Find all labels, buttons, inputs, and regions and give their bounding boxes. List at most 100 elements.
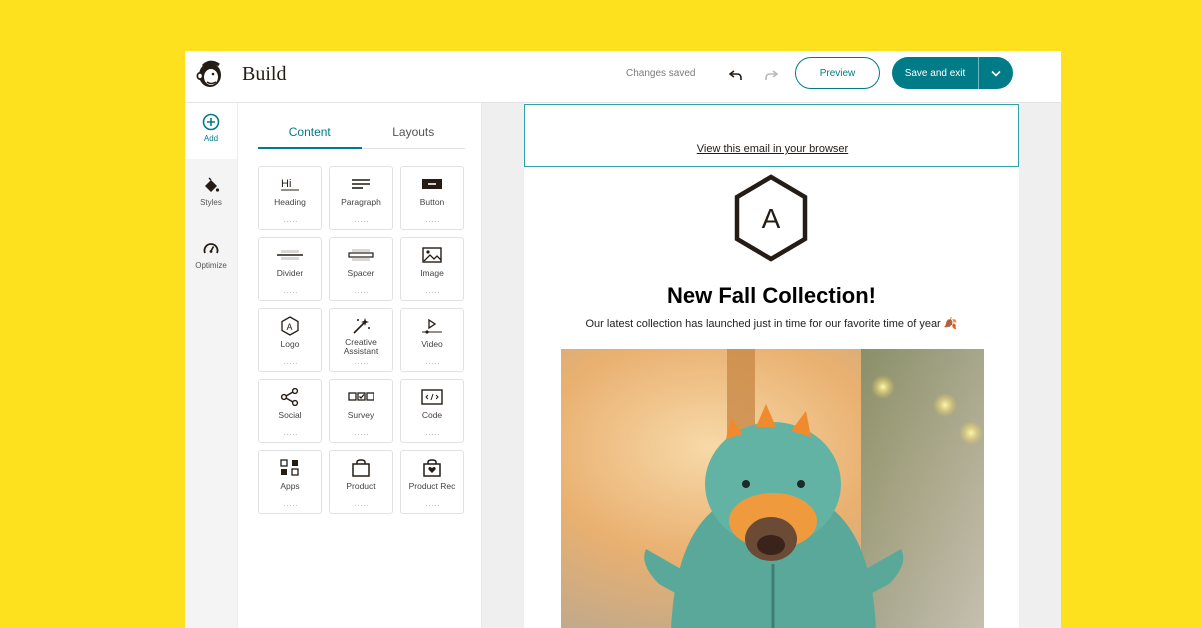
save-options-dropdown[interactable] bbox=[979, 57, 1013, 89]
email-builder-window: Build Changes saved Preview Save and exi… bbox=[185, 51, 1061, 628]
block-label: Survey bbox=[347, 410, 375, 420]
redo-button[interactable] bbox=[760, 64, 782, 86]
preview-button[interactable]: Preview bbox=[795, 57, 880, 89]
rail-label: Add bbox=[203, 134, 219, 143]
gauge-icon bbox=[203, 243, 219, 254]
block-survey[interactable]: Survey bbox=[329, 379, 393, 443]
code-icon bbox=[419, 388, 445, 406]
block-apps[interactable]: Apps bbox=[258, 450, 322, 514]
block-label: Product bbox=[346, 481, 376, 491]
heading-icon-text: Hi bbox=[281, 178, 291, 190]
brand-logo[interactable]: A bbox=[731, 173, 811, 263]
spacer-icon bbox=[348, 246, 374, 264]
block-label: Paragraph bbox=[341, 197, 381, 207]
email-subheadline[interactable]: Our latest collection has launched just … bbox=[524, 317, 1019, 330]
save-button-group: Save and exit bbox=[892, 57, 1013, 89]
drag-handle[interactable] bbox=[425, 433, 439, 436]
undo-button[interactable] bbox=[725, 64, 747, 86]
drag-handle[interactable] bbox=[283, 362, 297, 365]
apps-icon bbox=[277, 459, 303, 477]
share-icon bbox=[277, 388, 303, 406]
block-label: Button bbox=[419, 197, 445, 207]
rail-label: Optimize bbox=[195, 261, 227, 270]
mailchimp-logo-icon[interactable] bbox=[195, 58, 225, 90]
drag-handle[interactable] bbox=[354, 220, 368, 223]
magic-wand-icon bbox=[348, 317, 374, 335]
divider-icon bbox=[277, 246, 303, 264]
save-and-exit-button[interactable]: Save and exit bbox=[892, 57, 978, 89]
block-code[interactable]: Code bbox=[400, 379, 464, 443]
rail-item-styles[interactable]: Styles bbox=[185, 167, 237, 223]
product-rec-icon bbox=[419, 459, 445, 477]
heading-icon-glyph: Hi bbox=[281, 178, 299, 191]
block-creative-assistant[interactable]: Creative Assistant bbox=[329, 308, 393, 372]
paint-bucket-icon bbox=[205, 177, 220, 192]
shopping-bag-icon bbox=[348, 459, 374, 477]
block-label: Creative Assistant bbox=[343, 337, 379, 356]
panel-tabs: Content Layouts bbox=[258, 121, 465, 149]
drag-handle[interactable] bbox=[354, 291, 368, 294]
drag-handle[interactable] bbox=[354, 433, 368, 436]
block-label: Social bbox=[278, 410, 302, 420]
plus-circle-icon bbox=[202, 113, 220, 131]
video-icon bbox=[419, 317, 445, 335]
email-headline[interactable]: New Fall Collection! bbox=[524, 283, 1019, 309]
editor-canvas: View this email in your browser A New Fa… bbox=[482, 103, 1061, 628]
block-video[interactable]: Video bbox=[400, 308, 464, 372]
image-icon bbox=[419, 246, 445, 264]
block-label: Apps bbox=[280, 481, 300, 491]
rail-item-optimize[interactable]: Optimize bbox=[185, 230, 237, 286]
rail-label: Styles bbox=[200, 198, 222, 207]
chevron-down-icon bbox=[991, 70, 1001, 77]
block-logo[interactable]: A Logo bbox=[258, 308, 322, 372]
logo-icon-letter: A bbox=[287, 322, 293, 332]
block-label: Spacer bbox=[347, 268, 375, 278]
block-label: Divider bbox=[276, 268, 304, 278]
drag-handle[interactable] bbox=[283, 504, 297, 507]
drag-handle[interactable] bbox=[283, 220, 297, 223]
save-status: Changes saved bbox=[626, 68, 696, 79]
block-label: Code bbox=[421, 410, 443, 420]
rail-item-add[interactable]: Add bbox=[185, 103, 237, 159]
redo-icon bbox=[765, 70, 778, 80]
block-heading[interactable]: Hi Heading bbox=[258, 166, 322, 230]
drag-handle[interactable] bbox=[425, 220, 439, 223]
email-preview: View this email in your browser A New Fa… bbox=[524, 103, 1019, 628]
block-label: Logo bbox=[280, 339, 300, 349]
tab-layouts[interactable]: Layouts bbox=[362, 121, 466, 148]
block-spacer[interactable]: Spacer bbox=[329, 237, 393, 301]
block-label: Product Rec bbox=[408, 481, 456, 491]
drag-handle[interactable] bbox=[283, 291, 297, 294]
block-image[interactable]: Image bbox=[400, 237, 464, 301]
paragraph-icon bbox=[348, 175, 374, 193]
block-button[interactable]: Button bbox=[400, 166, 464, 230]
tab-content[interactable]: Content bbox=[258, 121, 362, 149]
drag-handle[interactable] bbox=[425, 291, 439, 294]
block-label: Image bbox=[420, 268, 444, 278]
block-social[interactable]: Social bbox=[258, 379, 322, 443]
top-bar: Build Changes saved Preview Save and exi… bbox=[185, 51, 1061, 103]
undo-icon bbox=[729, 70, 742, 80]
survey-icon bbox=[348, 388, 374, 406]
drag-handle[interactable] bbox=[354, 362, 368, 365]
button-icon bbox=[419, 175, 445, 193]
content-panel: Content Layouts Hi Heading Paragraph But… bbox=[237, 103, 482, 628]
view-in-browser-link[interactable]: View this email in your browser bbox=[525, 143, 1020, 155]
drag-handle[interactable] bbox=[354, 504, 368, 507]
drag-handle[interactable] bbox=[283, 433, 297, 436]
block-label: Video bbox=[421, 339, 443, 349]
drag-handle[interactable] bbox=[425, 362, 439, 365]
block-label: Heading bbox=[274, 197, 306, 207]
left-rail: Add Styles Optimize bbox=[185, 103, 237, 628]
block-paragraph[interactable]: Paragraph bbox=[329, 166, 393, 230]
block-divider[interactable]: Divider bbox=[258, 237, 322, 301]
block-product-rec[interactable]: Product Rec bbox=[400, 450, 464, 514]
drag-handle[interactable] bbox=[425, 504, 439, 507]
content-blocks-grid: Hi Heading Paragraph Button Divider Spac… bbox=[258, 166, 468, 514]
block-product[interactable]: Product bbox=[329, 450, 393, 514]
preheader-block[interactable]: View this email in your browser bbox=[524, 104, 1019, 167]
hero-image[interactable] bbox=[561, 349, 984, 628]
heading-icon: Hi bbox=[277, 175, 303, 193]
brand-logo-letter: A bbox=[762, 203, 781, 234]
logo-icon: A bbox=[277, 316, 303, 336]
